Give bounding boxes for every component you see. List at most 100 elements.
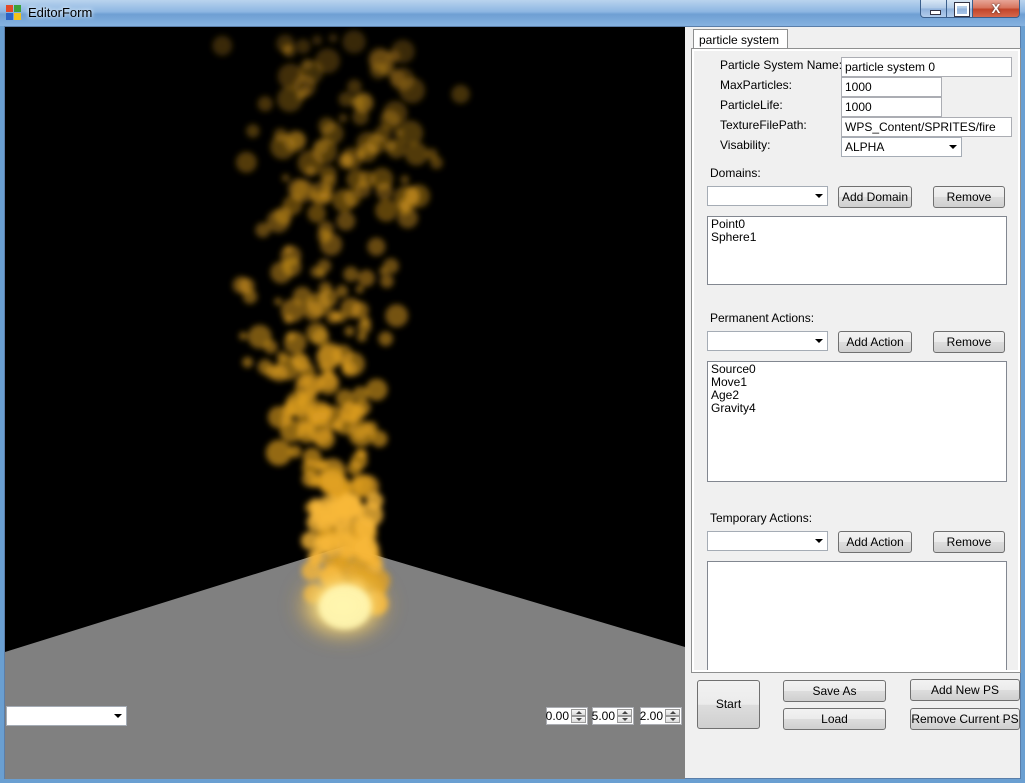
particle — [365, 378, 388, 401]
particle — [359, 546, 376, 563]
domains-list[interactable]: Point0 Sphere1 — [707, 216, 1007, 285]
properties-panel: Particle System Name: particle system 0 … — [694, 51, 1018, 670]
particle — [426, 148, 438, 160]
visability-label: Visability: — [720, 138, 771, 152]
particle — [336, 211, 356, 231]
texture-path-label: TextureFilePath: — [720, 118, 807, 132]
particle — [242, 289, 258, 304]
chevron-down-icon — [815, 339, 823, 343]
particle — [312, 35, 323, 46]
particle — [322, 467, 345, 490]
permanent-action-select[interactable] — [707, 331, 828, 351]
particle — [451, 84, 470, 104]
particle — [335, 522, 352, 539]
client-area: 0.00 5.00 2.00 particle system 0 Particl… — [4, 26, 1021, 779]
add-new-ps-button[interactable]: Add New PS — [910, 679, 1020, 701]
minimize-button[interactable] — [920, 0, 947, 18]
remove-temporary-action-button[interactable]: Remove — [933, 531, 1005, 553]
particle-life-field[interactable]: 1000 — [841, 97, 942, 117]
window-title: EditorForm — [28, 5, 93, 20]
list-item[interactable]: Gravity4 — [711, 402, 1003, 415]
title-bar[interactable]: EditorForm X — [0, 0, 1025, 26]
particle — [400, 175, 410, 185]
particle — [321, 122, 344, 145]
spin-down-icon[interactable] — [571, 716, 586, 723]
temporary-action-select[interactable] — [707, 531, 828, 551]
max-particles-field[interactable]: 1000 — [841, 77, 942, 97]
temporary-actions-label: Temporary Actions: — [710, 511, 813, 525]
particle — [293, 354, 311, 372]
spin-up-icon[interactable] — [665, 709, 680, 716]
particle — [270, 364, 288, 382]
particle — [303, 301, 324, 321]
preset-select[interactable] — [6, 706, 127, 726]
permanent-actions-list[interactable]: Source0 Move1 Age2 Gravity4 — [707, 361, 1007, 482]
remove-permanent-action-button[interactable]: Remove — [933, 331, 1005, 353]
particle — [316, 404, 332, 420]
particle — [281, 43, 293, 55]
spin-down-icon[interactable] — [617, 716, 632, 723]
start-button[interactable]: Start — [697, 680, 760, 729]
particle — [318, 221, 334, 237]
list-item[interactable]: Move1 — [711, 376, 1003, 389]
spinner-z[interactable]: 2.00 — [640, 707, 682, 725]
particle — [280, 298, 305, 323]
add-temporary-action-button[interactable]: Add Action — [838, 531, 912, 553]
spin-down-icon[interactable] — [665, 716, 680, 723]
particle — [360, 316, 371, 327]
particle — [383, 258, 399, 274]
list-item[interactable]: Sphere1 — [711, 231, 1003, 244]
particle — [242, 356, 254, 368]
particle-life-label: ParticleLife: — [720, 98, 783, 112]
load-button[interactable]: Load — [783, 708, 886, 730]
particle — [264, 340, 278, 354]
remove-current-ps-button[interactable]: Remove Current PS — [910, 708, 1020, 730]
particle — [282, 257, 302, 277]
particle — [352, 108, 369, 126]
particle — [281, 174, 290, 182]
maximize-button[interactable] — [946, 0, 973, 18]
save-as-button[interactable]: Save As — [783, 680, 886, 702]
particle — [310, 550, 322, 562]
list-item[interactable]: Source0 — [711, 363, 1003, 376]
spin-up-icon[interactable] — [571, 709, 586, 716]
particle — [370, 63, 387, 80]
render-viewport[interactable]: 0.00 5.00 2.00 — [5, 27, 685, 779]
particle — [355, 448, 365, 458]
particle — [335, 285, 349, 298]
particle-cloud — [212, 30, 470, 616]
chevron-down-icon — [815, 194, 823, 198]
add-domain-button[interactable]: Add Domain — [838, 186, 912, 208]
close-button[interactable]: X — [972, 0, 1020, 18]
add-permanent-action-button[interactable]: Add Action — [838, 331, 912, 353]
particle — [320, 500, 345, 525]
close-icon: X — [991, 1, 1001, 16]
particle — [235, 151, 257, 173]
particle — [266, 209, 290, 233]
particle — [328, 33, 338, 43]
max-particles-label: MaxParticles: — [720, 78, 793, 92]
flame-hotspot — [319, 585, 371, 629]
chevron-down-icon — [815, 539, 823, 543]
domains-label: Domains: — [710, 166, 761, 180]
particle — [343, 266, 359, 282]
particle — [265, 439, 292, 466]
particle — [274, 297, 283, 306]
texture-path-field[interactable]: WPS_Content/SPRITES/fire — [841, 117, 1012, 137]
particle — [366, 133, 387, 154]
particle — [352, 386, 369, 403]
name-field[interactable]: particle system 0 — [841, 57, 1012, 77]
spinner-y[interactable]: 5.00 — [592, 707, 634, 725]
visability-select[interactable]: ALPHA — [841, 137, 962, 157]
spin-up-icon[interactable] — [617, 709, 632, 716]
particle — [309, 498, 322, 511]
particle — [337, 154, 353, 170]
particle — [398, 197, 411, 210]
particle — [277, 63, 304, 90]
particle — [393, 127, 404, 138]
temporary-actions-list[interactable] — [707, 561, 1007, 670]
spinner-x[interactable]: 0.00 — [546, 707, 588, 725]
domain-select[interactable] — [707, 186, 828, 206]
particle — [332, 189, 356, 213]
remove-domain-button[interactable]: Remove — [933, 186, 1005, 208]
